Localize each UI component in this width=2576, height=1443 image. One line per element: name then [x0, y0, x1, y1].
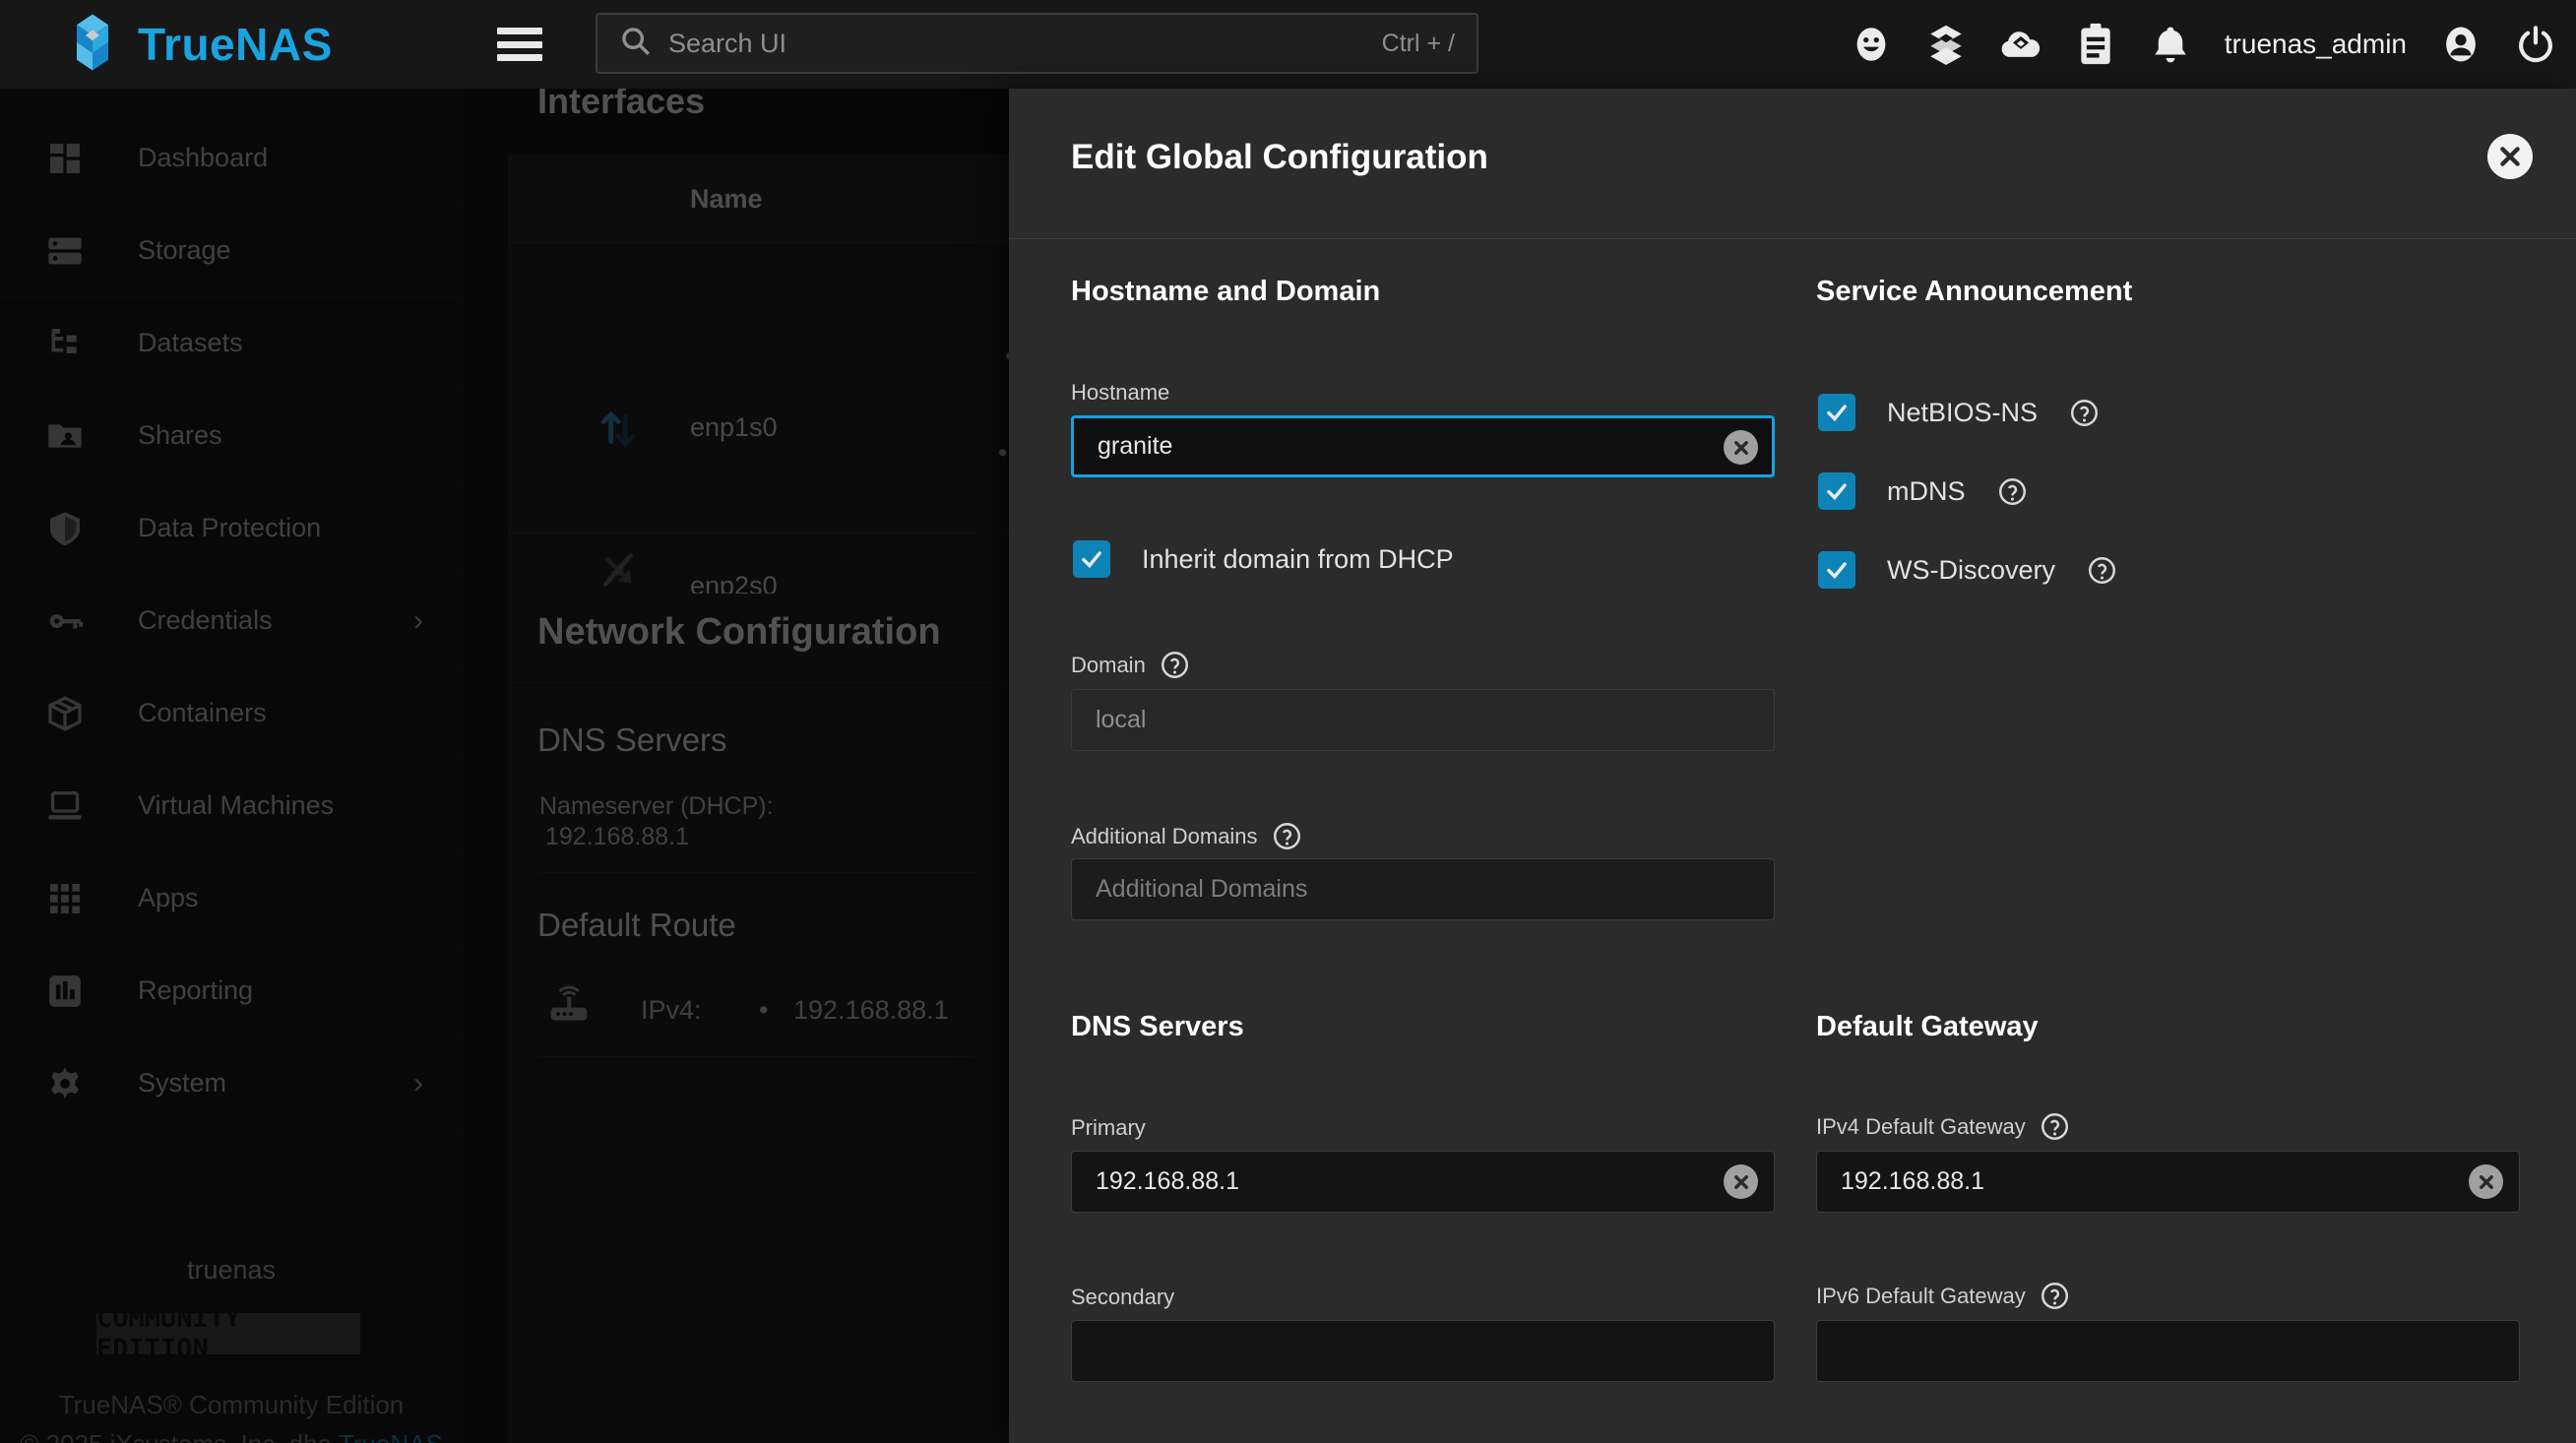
power-icon[interactable] — [2515, 24, 2556, 65]
wsdiscovery-checkbox-row[interactable]: WS-Discovery — [1818, 551, 2117, 589]
dns-servers-heading: DNS Servers — [1071, 1011, 1244, 1043]
truecommand-icon[interactable] — [1925, 24, 1967, 65]
search-input[interactable] — [668, 29, 1366, 59]
top-bar: TrueNAS Ctrl + / — [0, 0, 2576, 89]
ipv6-gateway-label: IPv6 Default Gateway — [1816, 1284, 2026, 1309]
help-icon[interactable] — [1160, 650, 1190, 680]
inherit-domain-checkbox-row[interactable]: Inherit domain from DHCP — [1073, 540, 1454, 578]
help-icon[interactable] — [2040, 1281, 2070, 1311]
domain-label-row: Domain — [1071, 650, 1190, 680]
user-avatar-icon[interactable] — [2440, 24, 2482, 65]
global-search[interactable]: Ctrl + / — [596, 13, 1478, 74]
secondary-dns-input[interactable] — [1071, 1320, 1775, 1382]
topbar-actions: truenas_admin — [1851, 0, 2556, 89]
truenas-logo[interactable]: TrueNAS — [61, 0, 333, 89]
checkbox-checked-icon[interactable] — [1818, 472, 1855, 510]
ipv6-gateway-input[interactable] — [1816, 1320, 2520, 1382]
clear-primary-dns-icon[interactable] — [1724, 1164, 1758, 1199]
hostname-label: Hostname — [1071, 380, 1169, 406]
domain-label: Domain — [1071, 653, 1146, 678]
primary-dns-label: Primary — [1071, 1115, 1146, 1141]
help-icon[interactable] — [1272, 821, 1302, 851]
cloud-sync-icon[interactable] — [2000, 24, 2042, 65]
jobs-clipboard-icon[interactable] — [2075, 24, 2116, 65]
feedback-smiley-icon[interactable] — [1851, 24, 1892, 65]
ipv4-gateway-input[interactable] — [1816, 1151, 2520, 1213]
mdns-label: mDNS — [1887, 476, 1966, 507]
checkbox-checked-icon[interactable] — [1073, 540, 1110, 578]
inherit-domain-label: Inherit domain from DHCP — [1142, 544, 1454, 575]
hostname-input[interactable] — [1071, 415, 1775, 477]
menu-toggle-icon[interactable] — [497, 24, 542, 65]
ipv4-gateway-label: IPv4 Default Gateway — [1816, 1114, 2026, 1140]
additional-domains-label: Additional Domains — [1071, 824, 1258, 849]
truenas-app: TrueNAS Ctrl + / — [0, 0, 2576, 1443]
ipv6-gateway-label-row: IPv6 Default Gateway — [1816, 1281, 2070, 1311]
netbios-label: NetBIOS-NS — [1887, 398, 2038, 428]
edit-global-configuration-panel: Edit Global Configuration Hostname and D… — [1009, 89, 2576, 1443]
checkbox-checked-icon[interactable] — [1818, 394, 1855, 431]
clear-ipv4-gateway-icon[interactable] — [2469, 1164, 2503, 1199]
truenas-logo-text: TrueNAS — [138, 18, 333, 71]
additional-domains-label-row: Additional Domains — [1071, 821, 1302, 851]
wsdiscovery-label: WS-Discovery — [1887, 555, 2055, 586]
close-icon[interactable] — [2487, 134, 2533, 179]
alerts-bell-icon[interactable] — [2150, 24, 2191, 65]
service-announcement-heading: Service Announcement — [1816, 276, 2132, 308]
help-icon[interactable] — [2069, 398, 2100, 428]
help-icon[interactable] — [1997, 476, 2028, 507]
default-gateway-heading: Default Gateway — [1816, 1011, 2039, 1043]
mdns-checkbox-row[interactable]: mDNS — [1818, 472, 2028, 510]
search-shortcut: Ctrl + / — [1382, 30, 1455, 58]
secondary-dns-label: Secondary — [1071, 1285, 1174, 1310]
search-icon — [619, 25, 653, 63]
netbios-checkbox-row[interactable]: NetBIOS-NS — [1818, 394, 2100, 431]
domain-input[interactable] — [1071, 689, 1775, 751]
additional-domains-input[interactable] — [1071, 858, 1775, 920]
panel-title: Edit Global Configuration — [1071, 138, 1488, 177]
primary-dns-input[interactable] — [1071, 1151, 1775, 1213]
hostname-domain-heading: Hostname and Domain — [1071, 276, 1380, 308]
truenas-logo-icon — [61, 11, 124, 79]
clear-hostname-icon[interactable] — [1724, 430, 1758, 465]
help-icon[interactable] — [2087, 555, 2117, 586]
logged-in-username: truenas_admin — [2225, 29, 2407, 60]
help-icon[interactable] — [2040, 1111, 2070, 1142]
checkbox-checked-icon[interactable] — [1818, 551, 1855, 589]
ipv4-gateway-label-row: IPv4 Default Gateway — [1816, 1111, 2070, 1142]
